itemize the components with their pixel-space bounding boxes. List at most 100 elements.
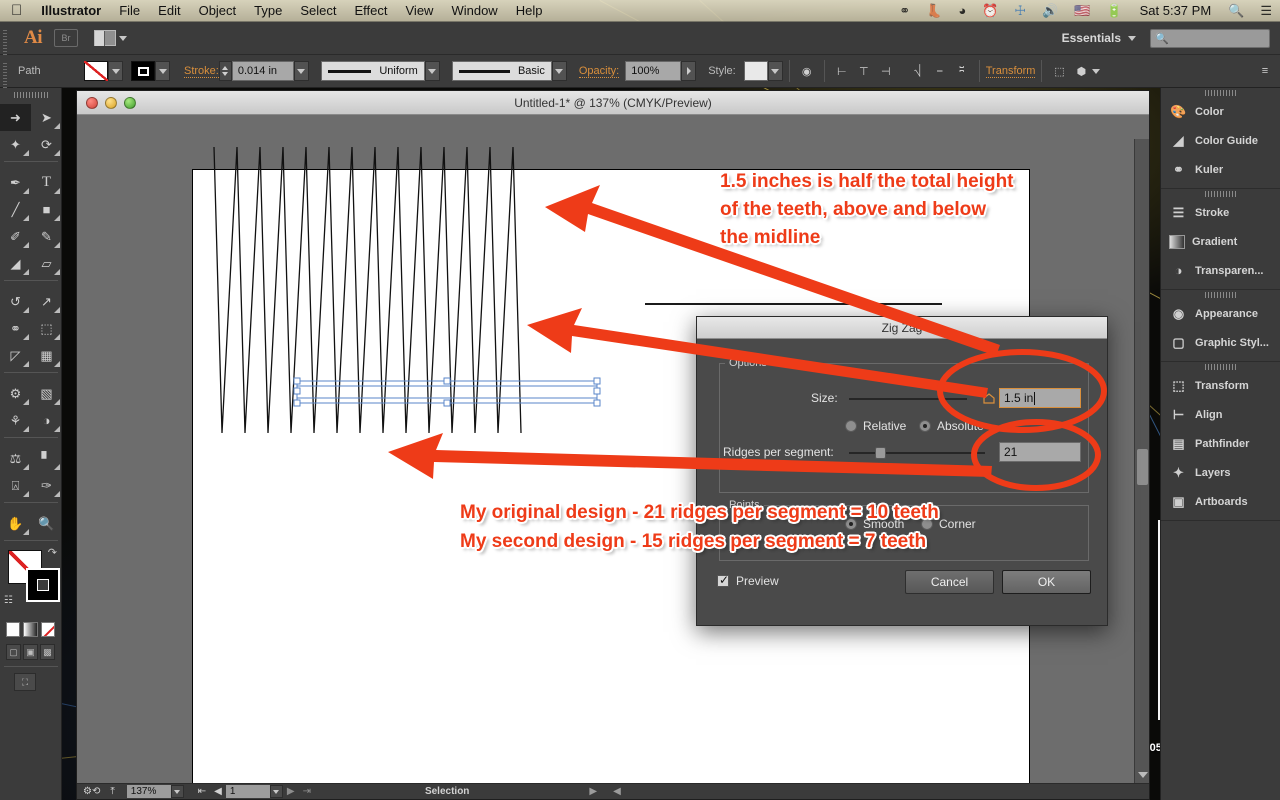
ridges-slider[interactable] [849, 452, 985, 454]
zoom-tool[interactable]: 🔍 [31, 510, 62, 537]
line-segment-tool[interactable]: ╱ [0, 196, 31, 223]
align-left-icon[interactable]: ⊢ [831, 60, 853, 82]
paintbrush-tool[interactable]: ✐ [0, 223, 31, 250]
menu-item-type[interactable]: Type [245, 0, 291, 22]
align-bottom-icon[interactable]: ⎶ [951, 60, 973, 82]
preview-checkbox[interactable] [717, 573, 729, 587]
symbol-sprayer-tool[interactable]: ⚖ [0, 445, 31, 472]
none-swatch-button[interactable] [40, 622, 55, 637]
menu-item-file[interactable]: File [110, 0, 149, 22]
menu-item-window[interactable]: Window [442, 0, 506, 22]
graphic-style-dropdown[interactable] [767, 61, 783, 81]
pen-tool[interactable]: ✒ [0, 169, 31, 196]
panel-button-stroke[interactable]: ☰ Stroke [1161, 198, 1280, 227]
menu-item-illustrator[interactable]: Illustrator [32, 0, 110, 22]
share-icon[interactable]: ⤒ [104, 786, 114, 797]
scroll-down-arrow[interactable] [1138, 772, 1148, 778]
opacity-dropdown[interactable] [681, 61, 697, 81]
hand-tool[interactable]: ✋ [0, 510, 31, 537]
bluetooth-icon[interactable]: ☩ [1006, 0, 1034, 22]
stroke-weight-input[interactable]: 0.014 in [231, 61, 294, 81]
perspective-grid-tool[interactable]: ◸ [0, 342, 31, 369]
isolate-selected-icon[interactable]: ⬚ [1048, 60, 1070, 82]
absolute-radio-row[interactable]: Absolute [919, 419, 984, 433]
first-artboard-icon[interactable]: ⇤ [194, 786, 210, 797]
magic-wand-tool[interactable]: ✦ [0, 131, 31, 158]
panel-button-transparency[interactable]: ◑ Transparen... [1161, 256, 1280, 285]
size-slider-handle[interactable] [983, 391, 995, 404]
rectangle-tool[interactable]: ■ [31, 196, 62, 223]
menubar-clock[interactable]: Sat 5:37 PM [1131, 3, 1221, 18]
controlbar-grip[interactable] [0, 54, 10, 88]
battery-icon[interactable]: 🔋 [1098, 0, 1130, 22]
swap-fill-stroke-icon[interactable]: ↷ [48, 546, 57, 559]
last-artboard-icon[interactable]: ⇥ [299, 786, 315, 797]
pencil-tool[interactable]: ✎ [31, 223, 62, 250]
zoom-level-dropdown[interactable] [170, 785, 184, 798]
wifi-icon[interactable]: ◕ [950, 0, 974, 22]
align-right-icon[interactable]: ⊣ [875, 60, 897, 82]
stroke-black-swatch[interactable] [131, 61, 155, 81]
ridges-slider-handle[interactable] [875, 447, 886, 459]
panel-button-appearance[interactable]: ◉ Appearance [1161, 299, 1280, 328]
evernote-icon[interactable]: 👢 [918, 0, 950, 22]
vertical-scrollbar[interactable] [1134, 139, 1149, 784]
stroke-weight-dropdown[interactable] [293, 61, 309, 81]
mesh-tool[interactable]: ▦ [31, 342, 62, 369]
appbar-grip[interactable] [0, 21, 10, 55]
panel-button-color[interactable]: 🎨 Color [1161, 97, 1280, 126]
preview-checkbox-row[interactable]: Preview [717, 573, 779, 588]
bridge-button[interactable]: Br [54, 29, 78, 47]
color-swatch-button[interactable] [6, 622, 21, 637]
selection-bounding-box[interactable] [289, 357, 605, 413]
panel-button-graphic-styles[interactable]: ▢ Graphic Styl... [1161, 328, 1280, 357]
status-text[interactable]: Selection [425, 786, 469, 797]
relative-radio-row[interactable]: Relative [845, 419, 906, 433]
gradient-mesh-tool[interactable]: ⚙ [0, 380, 31, 407]
workspace-switcher[interactable]: Essentials [1062, 31, 1150, 45]
eraser-tool[interactable]: ▱ [31, 250, 62, 277]
column-graph-tool[interactable]: ▘ [31, 445, 62, 472]
panel-button-kuler[interactable]: ⚭ Kuler [1161, 155, 1280, 184]
graphic-style-swatch[interactable] [743, 61, 768, 81]
dropbox-icon[interactable]: ⚭ [891, 0, 918, 22]
dialog-title-bar[interactable]: Zig Zag [697, 317, 1107, 339]
draw-normal-button[interactable]: ▢ [6, 644, 21, 660]
dock-grip[interactable] [1204, 189, 1237, 198]
scale-tool[interactable]: ↗ [31, 288, 62, 315]
dock-grip[interactable] [1204, 290, 1237, 299]
cancel-button[interactable]: Cancel [905, 570, 994, 594]
relative-radio[interactable] [845, 420, 857, 432]
direct-selection-tool[interactable]: ➤ [31, 104, 62, 131]
panel-button-pathfinder[interactable]: ▤ Pathfinder [1161, 429, 1280, 458]
next-artboard-icon[interactable]: ▶ [283, 786, 299, 797]
menu-item-select[interactable]: Select [291, 0, 345, 22]
status-menu-icon[interactable]: ▶ [469, 786, 597, 797]
eyedropper-tool[interactable]: ⚘ [0, 407, 31, 434]
dock-grip[interactable] [1204, 88, 1237, 97]
search-input[interactable]: 🔍 [1150, 28, 1270, 48]
size-slider[interactable] [849, 398, 967, 400]
menu-item-view[interactable]: View [397, 0, 443, 22]
recolor-artwork-icon[interactable]: ◉ [796, 60, 818, 82]
fill-none-swatch[interactable] [84, 61, 108, 81]
panel-button-transform[interactable]: ⬚ Transform [1161, 371, 1280, 400]
zoom-level-input[interactable]: 137% [126, 785, 171, 798]
ridges-input[interactable]: 21 [999, 442, 1081, 462]
align-top-icon[interactable]: ⎷ [907, 60, 929, 82]
draw-inside-button[interactable]: ▩ [40, 644, 55, 660]
time-machine-icon[interactable]: ⏰ [974, 0, 1006, 22]
status-resize-icon[interactable]: ◀ [597, 786, 621, 797]
zigzag-dialog[interactable]: Zig Zag Options Size: 1.5 in Relative Ab… [696, 316, 1108, 626]
align-middle-v-icon[interactable]: ⎯ [929, 60, 951, 82]
artboard-number-input[interactable]: 1 [225, 785, 270, 798]
arrange-documents-icon[interactable] [94, 30, 127, 46]
opacity-label[interactable]: Opacity: [578, 65, 620, 78]
stroke-weight-stepper[interactable] [218, 61, 232, 81]
opacity-input[interactable]: 100% [625, 61, 682, 81]
stroke-weight-label[interactable]: Stroke: [184, 65, 219, 78]
notification-center-icon[interactable]: ☰ [1252, 0, 1280, 22]
panel-button-layers[interactable]: ✦ Layers [1161, 458, 1280, 487]
stroke-swatch[interactable] [26, 568, 60, 602]
slice-tool[interactable]: ✑ [31, 472, 62, 499]
